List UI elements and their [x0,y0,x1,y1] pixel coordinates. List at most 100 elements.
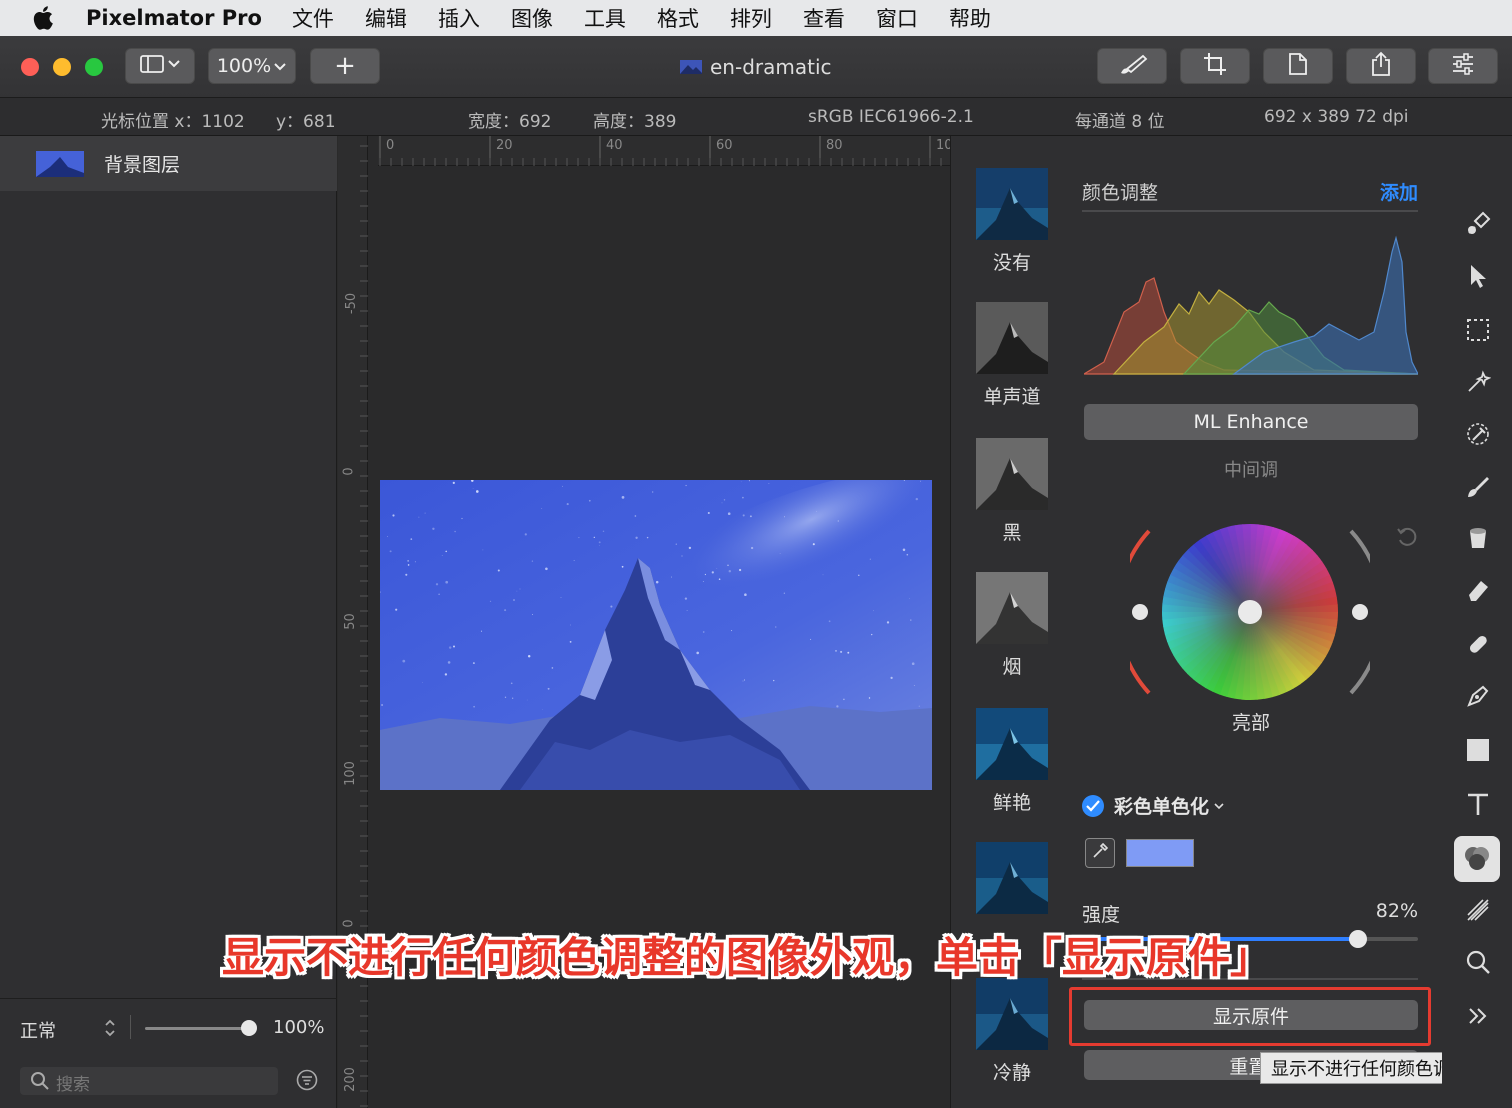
info-bar: 光标位置 x：1102 y：681 宽度：692 高度：389 sRGB IEC… [0,98,1512,136]
cursor-x: 光标位置 x：1102 [101,112,245,132]
colorize-toggle[interactable]: 彩色单色化 [1082,792,1225,819]
double-chevron-right-icon [1467,1007,1489,1029]
bandage-icon [1465,631,1491,661]
preset-label: 单声道 [983,386,1041,408]
add-adjustment-button[interactable]: 添加 [1380,178,1418,205]
retouch-tool[interactable] [1462,630,1494,662]
menu-help[interactable]: 帮助 [949,3,991,33]
layer-name: 背景图层 [104,154,181,176]
histogram [1081,232,1419,378]
search-placeholder: 搜索 [56,1075,90,1095]
app-menu[interactable]: Pixelmator Pro [86,6,262,30]
opacity-slider-knob[interactable] [241,1020,257,1036]
crop-icon [1203,52,1227,81]
ruler-label: 20 [496,138,513,153]
ruler-label: 0 [341,467,357,476]
filter-icon[interactable] [296,1069,318,1095]
zoom-window-button[interactable] [85,58,103,76]
color-profile: sRGB IEC61966-2.1 [808,107,974,127]
zoom-tool[interactable] [1462,948,1494,980]
preset-none[interactable]: 没有 [976,168,1048,275]
preset-item[interactable] [976,842,1048,922]
eyedropper-button[interactable] [1085,838,1115,868]
add-button[interactable]: + [310,48,380,84]
preset-thumbnail [976,302,1048,374]
document-image[interactable] [380,480,932,790]
eyedropper-icon [1091,842,1109,864]
horizontal-ruler: 0 20 40 60 80 10 [378,136,953,166]
pen-tool[interactable] [1462,682,1494,714]
pen-nib-icon [1465,683,1491,713]
menu-image[interactable]: 图像 [511,3,553,33]
quick-selection-tool[interactable] [1462,368,1494,400]
menu-file[interactable]: 文件 [292,3,334,33]
sidebar-toggle-button[interactable] [125,48,195,84]
ml-enhance-button[interactable]: ML Enhance [1084,404,1418,440]
annotation-highlight-box [1069,987,1431,1046]
preset-thumbnail [976,438,1048,510]
brush-tool-button[interactable] [1097,48,1167,84]
preset-thumbnail [976,168,1048,240]
up-down-chevron-icon[interactable] [103,1018,117,1042]
ruler-label: 200 [342,1067,358,1092]
checkmark-icon[interactable] [1082,794,1104,817]
preset-calm[interactable]: 冷静 [976,978,1048,1085]
preset-thumbnail [976,708,1048,780]
ruler-label: 100 [342,761,358,786]
selection-tool[interactable] [1462,316,1494,348]
menu-format[interactable]: 格式 [657,3,699,33]
chevron-down-icon[interactable] [1213,796,1225,815]
color-picker-tool[interactable] [1462,420,1494,452]
ruler-label: 60 [716,138,733,153]
erase-tool[interactable] [1462,576,1494,608]
menu-arrange[interactable]: 排列 [730,3,772,33]
opacity-slider-track[interactable] [145,1027,249,1030]
ruler-label: 80 [826,138,843,153]
format-button[interactable] [1263,48,1333,84]
menu-view[interactable]: 查看 [803,3,845,33]
layers-footer: 正常 100% 搜索 [0,998,337,1108]
type-tool[interactable] [1462,790,1494,822]
adjustments-button[interactable] [1428,48,1498,84]
preset-label: 没有 [992,252,1031,274]
menu-edit[interactable]: 编辑 [365,3,407,33]
preset-mono[interactable]: 单声道 [976,302,1048,409]
effects-tool[interactable] [1462,896,1494,928]
arrange-tool[interactable] [1462,262,1494,294]
color-adjust-tool[interactable] [1454,836,1500,882]
paint-tool[interactable] [1462,472,1494,504]
preset-vivid[interactable]: 鲜艳 [976,708,1048,815]
close-window-button[interactable] [21,58,39,76]
crop-button[interactable] [1180,48,1250,84]
blend-mode-select[interactable]: 正常 [20,1017,56,1043]
layer-row[interactable]: 背景图层 [0,136,337,191]
zoom-dropdown[interactable]: 100% [208,48,296,84]
strength-slider-knob[interactable] [1348,930,1367,948]
minimize-window-button[interactable] [53,58,71,76]
text-icon [1465,791,1491,821]
shape-tool[interactable] [1462,736,1494,768]
menu-insert[interactable]: 插入 [438,3,480,33]
color-swatch[interactable] [1126,839,1194,867]
color-circles-icon [1462,844,1492,878]
rectangle-select-icon [1465,317,1491,347]
tools-panel [1442,136,1512,1108]
style-tool[interactable] [1462,210,1494,242]
preset-thumbnail [976,572,1048,644]
menu-window[interactable]: 窗口 [876,3,918,33]
share-button[interactable] [1346,48,1416,84]
share-icon [1370,51,1392,82]
preset-smoke[interactable]: 烟 [976,572,1048,679]
magic-wand-icon [1465,369,1492,399]
preset-black[interactable]: 黑 [976,438,1048,545]
more-tools-button[interactable] [1462,1002,1494,1034]
sidebar-icon [139,54,181,79]
image-width: 宽度：692 [468,112,552,132]
menu-tools[interactable]: 工具 [584,3,626,33]
fill-tool[interactable] [1462,524,1494,556]
reset-wheel-icon[interactable] [1396,526,1418,552]
search-field[interactable]: 搜索 [20,1067,278,1095]
apple-icon[interactable] [32,5,68,31]
strength-value: 82% [1375,900,1418,922]
ruler-label: -50 [344,292,360,315]
